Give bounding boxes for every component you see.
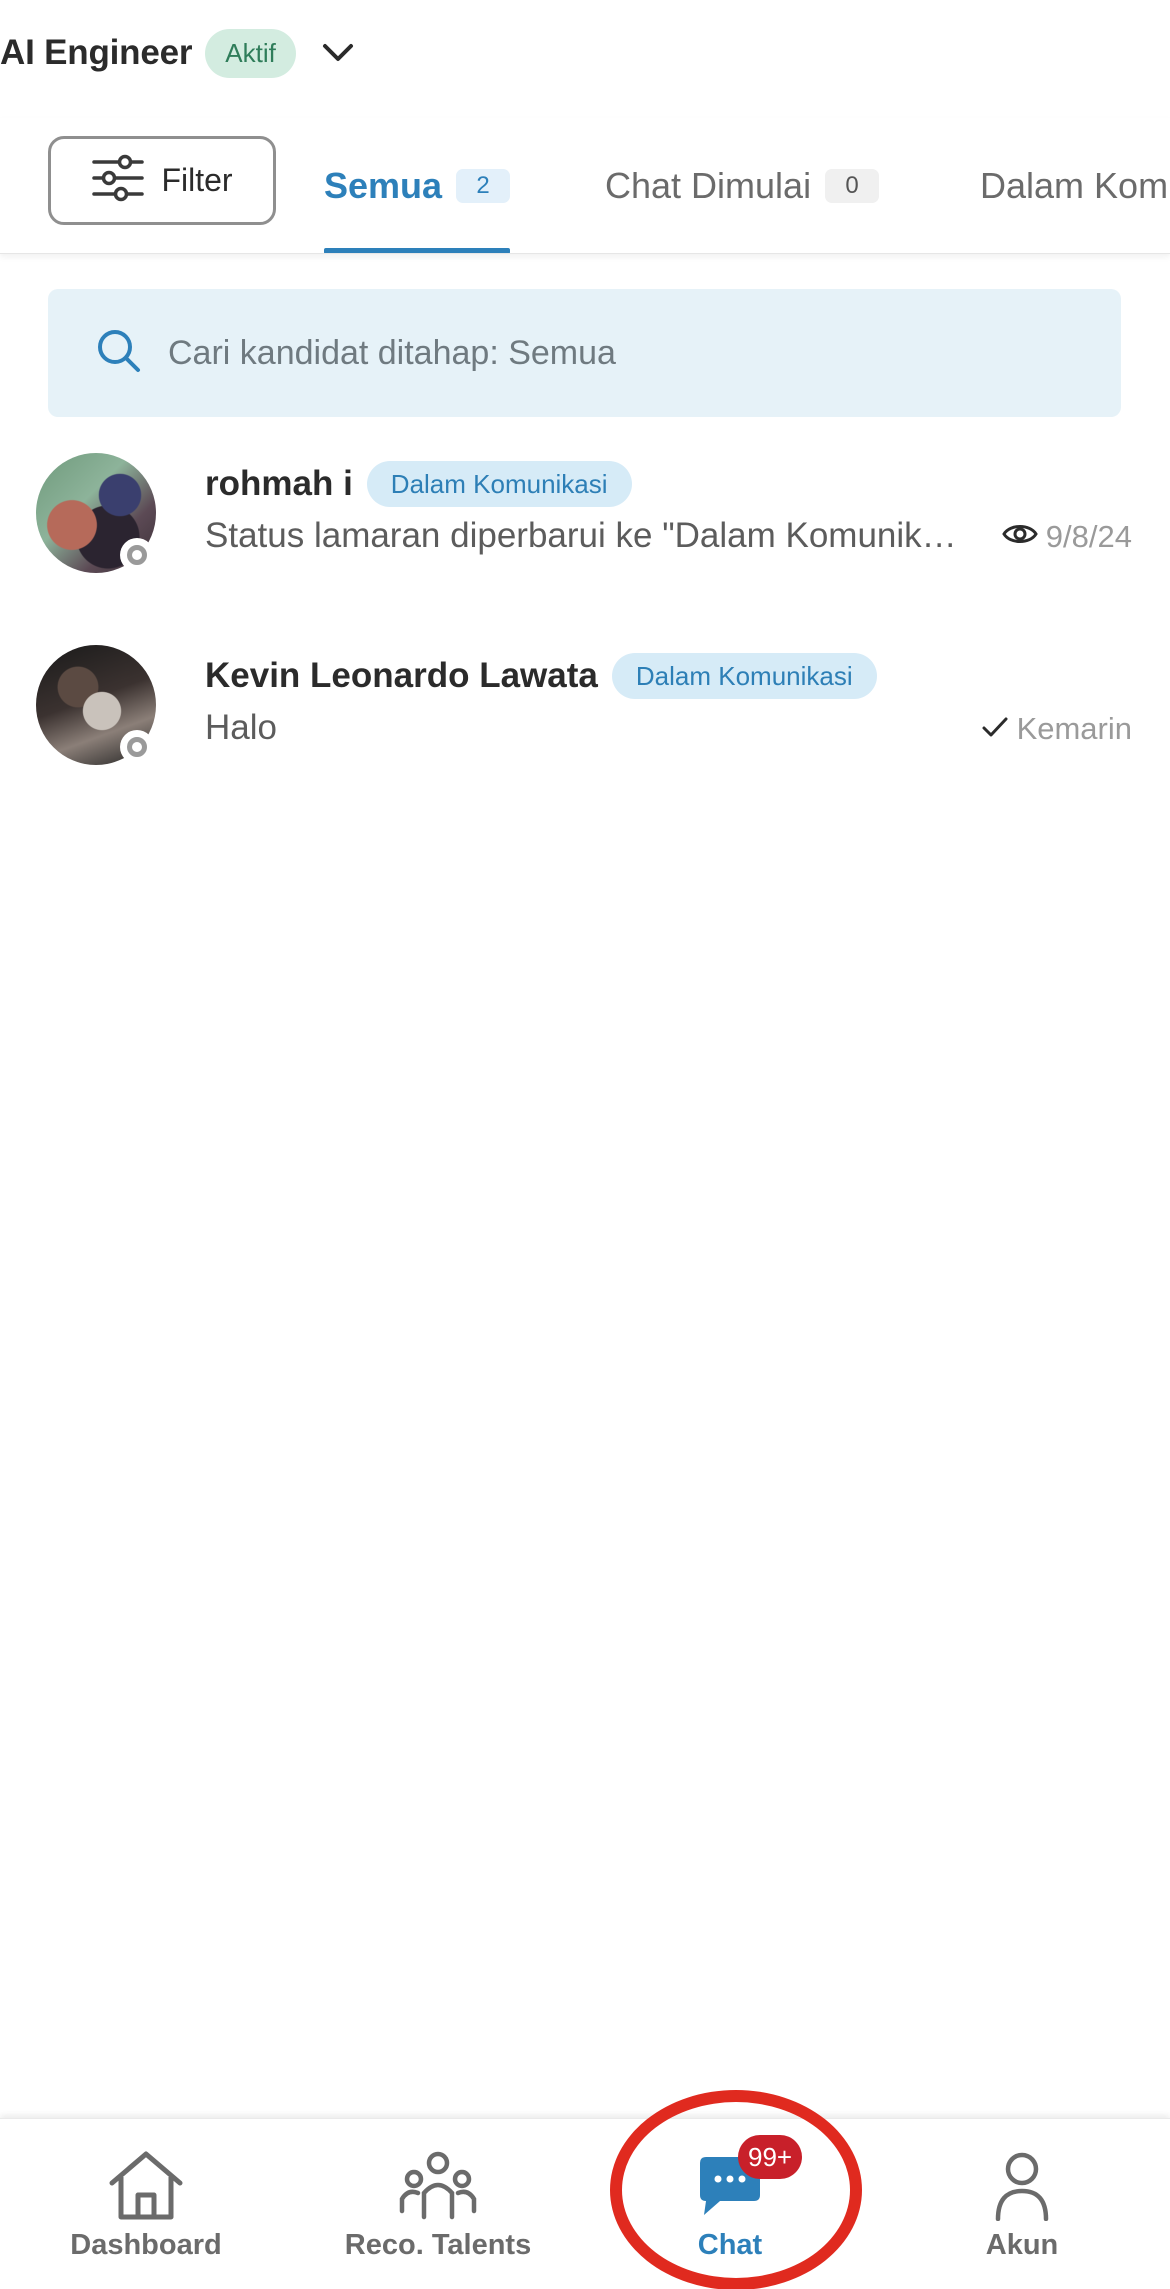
message-time: 9/8/24 <box>1045 519 1132 554</box>
message-preview: Halo <box>205 708 277 747</box>
filter-button[interactable]: Filter <box>48 136 276 225</box>
job-title: AI Engineer <box>0 33 193 72</box>
tab-label: Dalam Kom <box>980 165 1169 206</box>
tab-count-badge: 0 <box>825 169 880 203</box>
name-row: Kevin Leonardo Lawata Dalam Komunikasi <box>205 653 877 699</box>
candidate-name: rohmah i <box>205 464 353 503</box>
chevron-down-icon[interactable] <box>318 33 358 73</box>
active-tab-indicator <box>324 248 511 253</box>
search-placeholder: Cari kandidat ditahap: Semua <box>168 333 616 372</box>
name-row: rohmah i Dalam Komunikasi <box>205 461 632 507</box>
stage-badge: Dalam Komunikasi <box>366 461 632 507</box>
tab-semua[interactable]: Semua 2 <box>324 118 511 253</box>
nav-label: Dashboard <box>70 2229 222 2261</box>
chat-list-screen: AI Engineer Aktif Filter Semua 2 Chat Di… <box>0 0 1170 2289</box>
stage-tabs-bar: Filter Semua 2 Chat Dimulai 0 Dalam Kom <box>0 118 1170 254</box>
person-icon <box>982 2149 1062 2221</box>
tab-dalam-komunikasi[interactable]: Dalam Kom <box>980 118 1169 253</box>
nav-chat[interactable]: 99+ Chat <box>584 2119 876 2289</box>
message-meta: Kemarin <box>981 711 1132 747</box>
sliders-icon <box>91 154 145 207</box>
nav-dashboard[interactable]: Dashboard <box>0 2119 292 2289</box>
offline-status-icon <box>120 538 154 572</box>
job-status-badge: Aktif <box>205 28 296 78</box>
search-icon <box>96 328 142 379</box>
tab-label: Chat Dimulai <box>605 165 812 206</box>
nav-reco-talents[interactable]: Reco. Talents <box>292 2119 584 2289</box>
message-preview: Status lamaran diperbarui ke "Dalam Komu… <box>205 516 975 555</box>
nav-label: Chat <box>697 2229 763 2261</box>
nav-akun[interactable]: Akun <box>876 2119 1168 2289</box>
notification-badge: 99+ <box>738 2135 803 2179</box>
filter-label: Filter <box>161 162 233 198</box>
bottom-navigation: Dashboard Reco. Talents 99+ Chat Akun <box>0 2118 1170 2289</box>
search-input[interactable]: Cari kandidat ditahap: Semua <box>48 289 1121 417</box>
people-icon <box>398 2149 478 2221</box>
message-time: Kemarin <box>1016 711 1132 746</box>
check-icon <box>981 711 1009 747</box>
eye-icon <box>1002 519 1038 555</box>
tab-label: Semua <box>324 165 443 206</box>
tab-chat-dimulai[interactable]: Chat Dimulai 0 <box>605 118 880 253</box>
nav-label: Akun <box>985 2229 1059 2261</box>
home-icon <box>106 2149 186 2221</box>
nav-label: Reco. Talents <box>344 2229 532 2261</box>
message-meta: 9/8/24 <box>1002 519 1132 555</box>
chat-icon: 99+ <box>690 2135 803 2221</box>
offline-status-icon <box>120 730 154 764</box>
chat-list-item[interactable]: rohmah i Dalam Komunikasi Status lamaran… <box>0 440 1170 590</box>
tab-count-badge: 2 <box>456 169 511 203</box>
chat-list-item[interactable]: Kevin Leonardo Lawata Dalam Komunikasi H… <box>0 632 1170 782</box>
candidate-name: Kevin Leonardo Lawata <box>205 656 598 695</box>
stage-badge: Dalam Komunikasi <box>611 653 877 699</box>
job-selector[interactable]: AI Engineer Aktif <box>0 22 358 84</box>
